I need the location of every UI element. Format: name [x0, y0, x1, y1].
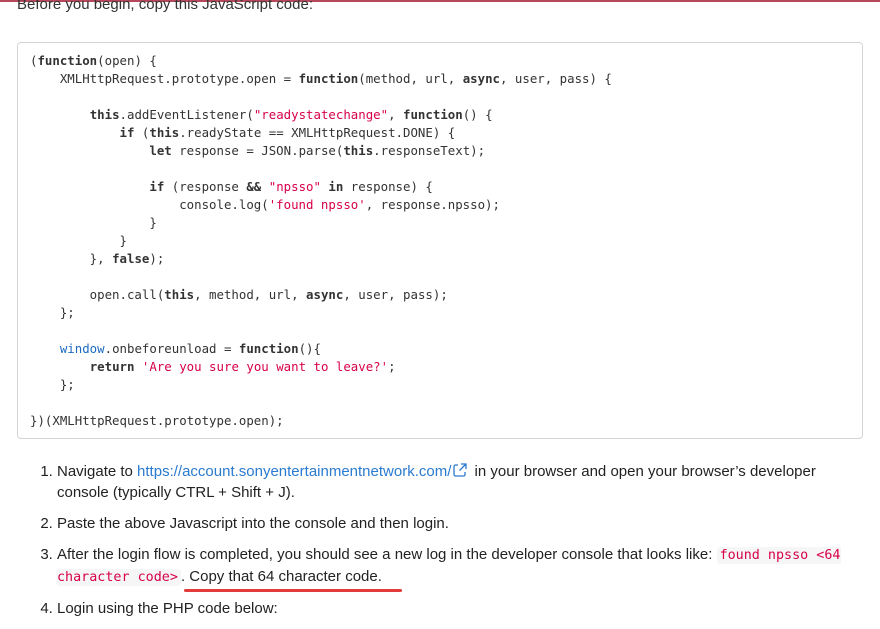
instruction-steps: Navigate to https://account.sonyentertai… [0, 461, 867, 629]
intro-text: Before you begin, copy this JavaScript c… [17, 0, 314, 13]
step-1-prefix: Navigate to [57, 463, 138, 480]
sony-account-link[interactable]: https://account.sonyentertainmentnetwork… [137, 463, 451, 480]
step-4: Login using the PHP code below: [57, 598, 867, 619]
highlight-underline [184, 589, 402, 592]
code-line-19: }; [30, 377, 75, 392]
external-link-icon[interactable] [453, 463, 468, 477]
step-3-suffix: . Copy that 64 character code. [180, 568, 382, 585]
code-line-21: })(XMLHttpRequest.prototype.open); [30, 413, 284, 428]
code-line-8: if (response && "npsso" in response) { [149, 179, 433, 194]
code-block: (function(open) { XMLHttpRequest.prototy… [17, 42, 863, 439]
code-line-4: this.addEventListener("readystatechange"… [89, 107, 493, 122]
code-line-1: (function(open) { [30, 53, 157, 68]
step-2: Paste the above Javascript into the cons… [57, 513, 867, 534]
step-3-prefix: After the login flow is completed, you s… [57, 546, 717, 563]
step-1: Navigate to https://account.sonyentertai… [57, 461, 867, 503]
code-line-18: return 'Are you sure you want to leave?'… [89, 359, 396, 374]
code-content: (function(open) { XMLHttpRequest.prototy… [30, 52, 612, 430]
code-line-6: let response = JSON.parse(this.responseT… [149, 143, 486, 158]
code-line-10: } [30, 215, 157, 230]
step-3: After the login flow is completed, you s… [57, 544, 867, 588]
code-line-15: }; [30, 305, 75, 320]
code-line-5: if (this.readyState == XMLHttpRequest.DO… [119, 125, 456, 140]
code-line-12: }, false); [30, 251, 165, 266]
code-line-17: window.onbeforeunload = function(){ [59, 341, 321, 356]
code-line-14: open.call(this, method, url, async, user… [30, 287, 448, 302]
code-line-2: XMLHttpRequest.prototype.open = function… [30, 71, 612, 86]
code-line-9: console.log('found npsso', response.npss… [30, 197, 500, 212]
code-line-11: } [30, 233, 127, 248]
